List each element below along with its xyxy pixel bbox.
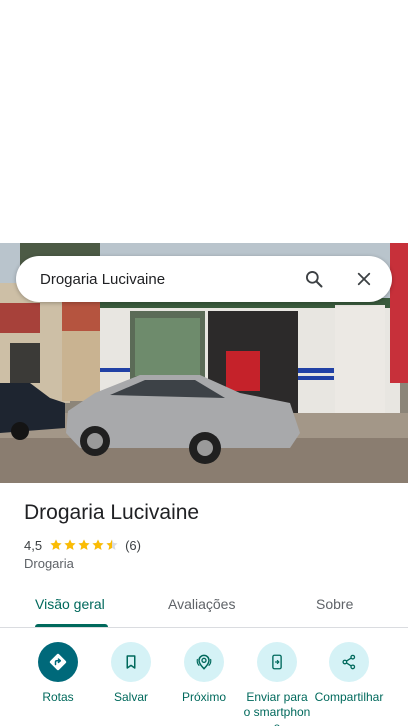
send-to-phone-label: Enviar para o smartphone bbox=[243, 690, 311, 726]
nearby-button[interactable]: Próximo bbox=[166, 642, 242, 705]
search-icon bbox=[306, 271, 323, 288]
send-to-phone-icon bbox=[272, 654, 282, 670]
search-bar[interactable]: Drogaria Lucivaine bbox=[16, 256, 392, 302]
close-button[interactable] bbox=[349, 264, 379, 294]
action-bar: Rotas Salvar Próximo Enviar para o smart… bbox=[0, 642, 408, 726]
close-icon bbox=[357, 272, 371, 286]
share-icon bbox=[342, 654, 356, 670]
place-title: Drogaria Lucivaine bbox=[24, 501, 200, 524]
rating-row[interactable]: 4,5 (6) bbox=[24, 536, 141, 554]
tab-reviews[interactable]: Avaliações bbox=[168, 585, 235, 627]
star-icon bbox=[78, 539, 90, 550]
tab-about[interactable]: Sobre bbox=[316, 585, 353, 627]
search-button[interactable] bbox=[299, 264, 329, 294]
directions-label: Rotas bbox=[42, 690, 74, 704]
nearby-label: Próximo bbox=[181, 690, 226, 704]
star-icon bbox=[64, 539, 76, 550]
tab-bar: Visão geral Avaliações Sobre bbox=[0, 585, 408, 628]
rating-value: 4,5 bbox=[24, 537, 43, 553]
active-tab-indicator bbox=[35, 624, 108, 627]
save-button[interactable]: Salvar bbox=[93, 642, 169, 705]
share-label: Compartilhar bbox=[314, 690, 384, 704]
directions-button[interactable]: Rotas bbox=[20, 642, 96, 705]
search-input[interactable]: Drogaria Lucivaine bbox=[16, 271, 299, 288]
tab-overview[interactable]: Visão geral bbox=[35, 585, 105, 627]
star-rating bbox=[49, 538, 119, 552]
bookmark-icon bbox=[126, 655, 136, 669]
nearby-icon bbox=[196, 654, 212, 670]
send-to-phone-button[interactable]: Enviar para o smartphone bbox=[239, 642, 315, 726]
share-button[interactable]: Compartilhar bbox=[311, 642, 387, 705]
review-count: (6) bbox=[125, 537, 141, 553]
star-icon bbox=[92, 539, 104, 550]
star-icon bbox=[106, 539, 118, 550]
save-label: Salvar bbox=[113, 690, 148, 704]
star-icon bbox=[50, 539, 62, 550]
directions-icon bbox=[49, 653, 67, 671]
place-category[interactable]: Drogaria bbox=[24, 556, 74, 571]
